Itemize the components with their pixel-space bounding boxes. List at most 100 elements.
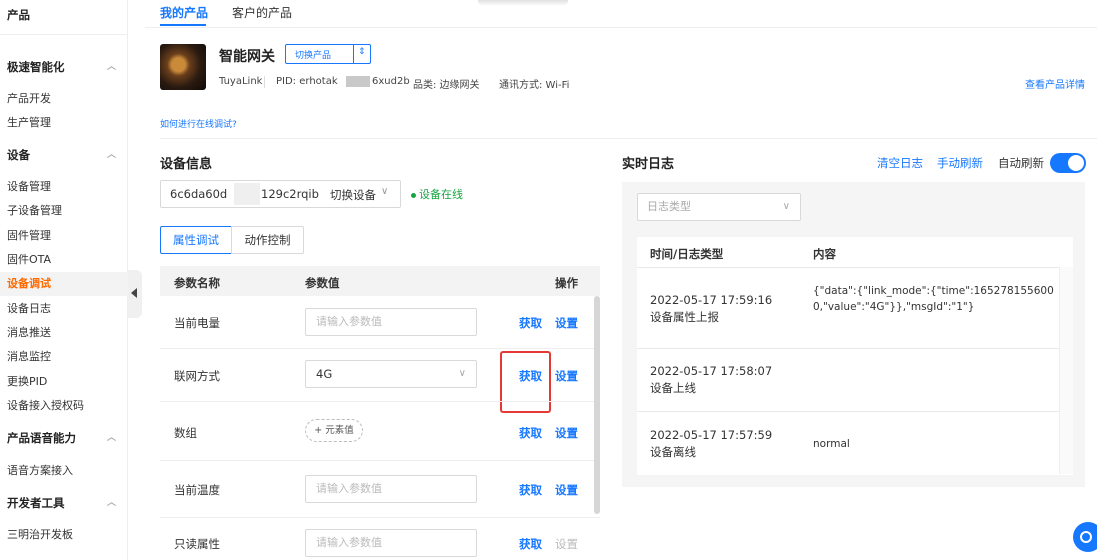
device-selector[interactable]: 6c6da60d 129c2rqib 切换设备 ∨ [160,180,401,208]
tab-my-products[interactable]: 我的产品 [160,4,208,21]
product-image [160,44,206,90]
log-scrollbar[interactable] [1059,267,1073,474]
log-time: 2022-05-17 17:57:59 [650,428,773,442]
tab-property-debug[interactable]: 属性调试 [160,226,232,254]
set-button[interactable]: 设置 [555,425,578,441]
sidebar-collapse-handle[interactable] [128,270,142,318]
param-value-input[interactable]: 请输入参数值 [305,529,477,557]
sidebar-title: 产品 [7,8,30,22]
table-scrollbar[interactable] [594,296,600,514]
row-divider [637,267,1073,268]
sidebar-item-change-pid[interactable]: 更换PID [0,370,128,394]
column-header-ops: 操作 [555,276,578,290]
param-name: 数组 [174,426,197,440]
help-chat-button[interactable] [1073,522,1097,552]
device-online-status: 设备在线 [411,186,463,202]
switch-product-button[interactable]: 切换产品 ⇕ [285,44,371,64]
status-dot-icon [411,192,416,198]
get-button[interactable]: 获取 [519,482,542,498]
get-button[interactable]: 获取 [519,425,542,441]
sidebar-item-device-mgmt[interactable]: 设备管理 [0,175,128,199]
top-shadow [478,0,568,6]
clear-log-button[interactable]: 清空日志 [877,155,923,171]
row-divider [637,348,1073,349]
chevron-down-icon: ∨ [381,186,389,197]
log-time: 2022-05-17 17:59:16 [650,293,773,307]
sidebar-item-monitor[interactable]: 消息监控 [0,345,128,369]
chevron-up-icon: ︿ [106,433,116,443]
sidebar-item-label: 开发者工具 [7,496,65,510]
sidebar-divider [0,34,128,35]
log-type-select[interactable]: 日志类型 ∨ [637,193,801,221]
sidebar-item-auth-code[interactable]: 设备接入授权码 [0,394,128,418]
sidebar-item-ota[interactable]: 固件OTA [0,248,128,272]
sidebar-group-smart[interactable]: 极速智能化 ︿ [0,55,128,79]
tabs-divider [145,27,1097,28]
add-element-button[interactable]: + 元素值 [305,419,363,442]
tab-customer-products[interactable]: 客户的产品 [232,4,292,21]
set-button[interactable]: 设置 [555,368,578,384]
product-detail-link[interactable]: 查看产品详情 [1025,76,1085,91]
param-value-input[interactable]: 请输入参数值 [305,308,477,336]
product-category: 品类: 边缘网关 [413,80,480,91]
sidebar: 产品 极速智能化 ︿ 产品开发 生产管理 设备 ︿ 设备管理 子设备管理 固件管理 … [0,0,128,560]
column-header-name: 参数名称 [174,276,220,290]
get-button[interactable]: 获取 [519,536,542,552]
sidebar-item-label: 产品语音能力 [7,431,76,445]
select-value: 4G [316,367,333,381]
sidebar-item-voice-access[interactable]: 语音方案接入 [0,459,128,483]
manual-refresh-button[interactable]: 手动刷新 [937,155,983,171]
log-type: 设备属性上报 [650,310,719,324]
table-header [160,266,600,296]
sidebar-group-voice[interactable]: 产品语音能力 ︿ [0,426,128,450]
chevron-up-icon: ︿ [106,150,116,160]
log-content: normal [813,438,850,450]
sidebar-item-device-debug[interactable]: 设备调试 [0,272,128,296]
sidebar-group-device[interactable]: 设备 ︿ [0,143,128,167]
param-value-input[interactable]: 请输入参数值 [305,475,477,503]
chevron-down-icon: ∨ [458,368,466,379]
sidebar-item-label: 极速智能化 [7,60,65,74]
param-value-select[interactable]: 4G ∨ [305,360,477,388]
realtime-log-title: 实时日志 [622,157,675,172]
set-button[interactable]: 设置 [555,482,578,498]
row-divider [160,517,600,518]
divider [353,45,354,63]
product-pid-prefix: PID: erhotak [276,76,338,87]
section-divider [160,138,1097,139]
online-debug-help-link[interactable]: 如何进行在线调试? [160,117,237,130]
chevron-up-icon: ︿ [106,498,116,508]
auto-refresh-toggle[interactable] [1050,153,1086,173]
sidebar-item-subdevice[interactable]: 子设备管理 [0,199,128,223]
sidebar-item-label: 设备 [7,148,30,162]
tab-active-indicator [160,24,206,26]
product-pid-suffix: 6xud2b [372,76,410,87]
sidebar-item-firmware[interactable]: 固件管理 [0,224,128,248]
log-header-content: 内容 [813,247,836,261]
set-button[interactable]: 设置 [555,315,578,331]
sidebar-item-sandwich-board[interactable]: 三明治开发板 [0,523,128,547]
log-header-time: 时间/日志类型 [650,247,724,261]
switch-product-label: 切换产品 [295,51,332,61]
sidebar-item-production[interactable]: 生产管理 [0,111,128,135]
device-id-redaction [234,183,260,205]
chevron-down-icon: ∨ [782,201,790,212]
sidebar-item-device-log[interactable]: 设备日志 [0,297,128,321]
tab-action-control[interactable]: 动作控制 [231,226,304,254]
get-button[interactable]: 获取 [519,315,542,331]
updown-arrow-icon: ⇕ [358,47,366,57]
sidebar-item-push[interactable]: 消息推送 [0,321,128,345]
param-name: 只读属性 [174,537,220,551]
product-name: 智能网关 [219,49,275,65]
device-id-suffix: 129c2rqib [261,187,319,201]
select-placeholder: 日志类型 [647,200,691,213]
pid-redaction [346,76,370,87]
sidebar-group-devtools[interactable]: 开发者工具 ︿ [0,491,128,515]
device-id-prefix: 6c6da60d [170,187,228,201]
meta-divider [264,76,265,88]
row-divider [160,460,600,461]
chat-icon [1080,531,1092,543]
row-divider [160,348,600,349]
log-type: 设备上线 [650,381,696,395]
sidebar-item-product-dev[interactable]: 产品开发 [0,87,128,111]
